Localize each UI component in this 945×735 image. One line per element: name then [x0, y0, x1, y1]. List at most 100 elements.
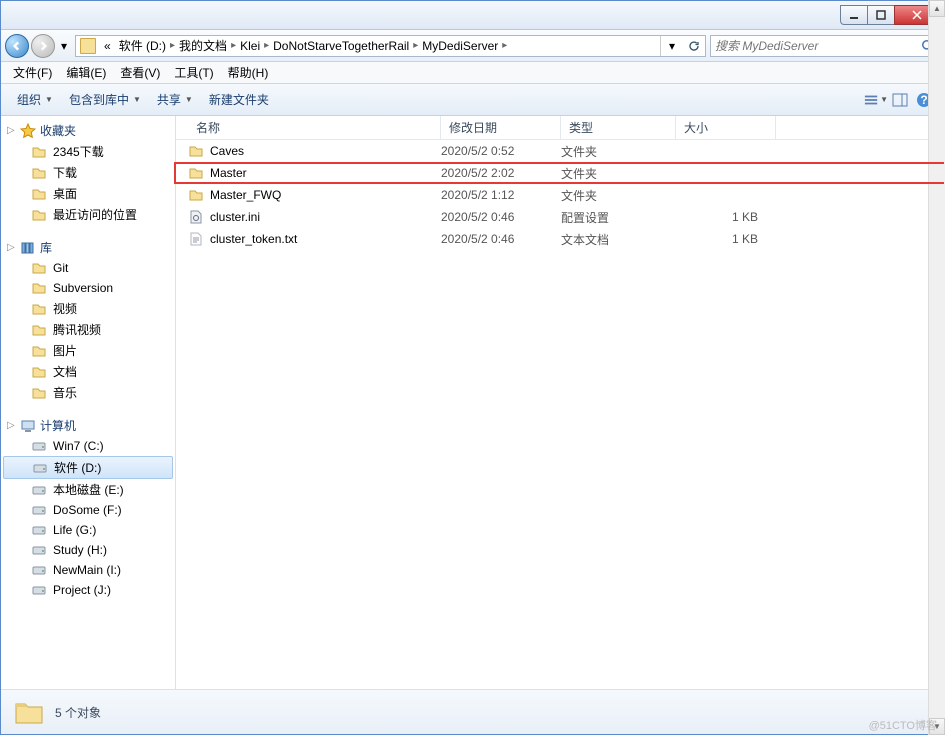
libraries-heading[interactable]: ▷ 库	[1, 237, 175, 258]
folder-icon	[31, 144, 47, 160]
refresh-button[interactable]	[683, 36, 705, 56]
breadcrumb-item[interactable]: Klei	[236, 36, 264, 56]
column-date[interactable]: 修改日期	[441, 116, 561, 139]
navigation-tree[interactable]: ▷ 收藏夹 2345下载下载桌面最近访问的位置 ▷ 库 GitSubversio…	[1, 116, 176, 689]
drive-icon	[31, 562, 47, 578]
watermark: @51CTO博客	[869, 717, 937, 733]
tree-item[interactable]: Subversion	[1, 278, 175, 298]
include-library-button[interactable]: 包含到库中 ▼	[61, 87, 149, 112]
menu-bar: 文件(F)编辑(E)查看(V)工具(T)帮助(H)	[1, 62, 944, 84]
tree-item[interactable]: 视频	[1, 298, 175, 319]
svg-text:?: ?	[920, 93, 927, 107]
txt-icon	[188, 231, 204, 247]
status-bar: 5 个对象 @51CTO博客	[1, 689, 944, 734]
collapse-icon: ▷	[7, 242, 16, 253]
library-icon	[20, 240, 36, 256]
computer-heading[interactable]: ▷ 计算机	[1, 415, 175, 436]
maximize-button[interactable]	[867, 5, 895, 25]
menu-item[interactable]: 查看(V)	[114, 62, 166, 83]
chevron-right-icon: ▸	[502, 40, 507, 51]
drive-icon	[31, 542, 47, 558]
folder-icon	[31, 207, 47, 223]
breadcrumb-item[interactable]: 软件 (D:)	[115, 36, 170, 56]
folder-icon	[31, 165, 47, 181]
tree-item[interactable]: NewMain (I:)	[1, 560, 175, 580]
drive-icon	[31, 482, 47, 498]
search-input[interactable]	[715, 39, 921, 53]
file-row[interactable]: Master_FWQ2020/5/2 1:12文件夹	[176, 184, 944, 206]
file-list: 名称 修改日期 类型 大小 Caves2020/5/2 0:52文件夹Maste…	[176, 116, 944, 689]
share-button[interactable]: 共享 ▼	[149, 87, 201, 112]
column-size[interactable]: 大小	[676, 116, 776, 139]
search-box[interactable]	[710, 35, 940, 57]
nav-bar: ▾ «软件 (D:)▸我的文档▸Klei▸DoNotStarveTogether…	[1, 30, 944, 62]
breadcrumb-item[interactable]: 我的文档	[175, 36, 231, 56]
file-row[interactable]: Caves2020/5/2 0:52文件夹	[176, 140, 944, 162]
menu-item[interactable]: 编辑(E)	[60, 62, 112, 83]
breadcrumb-prefix[interactable]: «	[100, 36, 115, 56]
folder-icon	[31, 322, 47, 338]
explorer-window: ▾ «软件 (D:)▸我的文档▸Klei▸DoNotStarveTogether…	[0, 0, 945, 735]
forward-button[interactable]	[31, 34, 55, 58]
folder-icon	[31, 364, 47, 380]
preview-pane-button[interactable]	[888, 89, 912, 111]
view-options-button[interactable]: ▼	[864, 89, 888, 111]
file-row[interactable]: cluster_token.txt2020/5/2 0:46文本文档1 KB	[176, 228, 944, 250]
minimize-button[interactable]	[840, 5, 868, 25]
folder-icon	[188, 165, 204, 181]
folder-icon	[31, 260, 47, 276]
organize-button[interactable]: 组织 ▼	[9, 87, 61, 112]
menu-item[interactable]: 工具(T)	[168, 62, 219, 83]
folder-icon	[31, 343, 47, 359]
computer-icon	[20, 418, 36, 434]
history-dropdown[interactable]: ▾	[57, 39, 71, 53]
tree-item[interactable]: 腾讯视频	[1, 319, 175, 340]
file-row[interactable]: cluster.ini2020/5/2 0:46配置设置1 KB	[176, 206, 944, 228]
folder-icon	[80, 38, 96, 54]
address-dropdown[interactable]: ▾	[661, 36, 683, 56]
favorites-heading[interactable]: ▷ 收藏夹	[1, 120, 175, 141]
tree-item[interactable]: 最近访问的位置	[1, 204, 175, 225]
column-name[interactable]: 名称	[176, 116, 441, 139]
toolbar: 组织 ▼ 包含到库中 ▼ 共享 ▼ 新建文件夹 ▼ ?	[1, 84, 944, 116]
star-icon	[20, 123, 36, 139]
title-bar[interactable]	[1, 1, 944, 30]
tree-item[interactable]: 文档	[1, 361, 175, 382]
folder-icon	[13, 696, 45, 728]
tree-item[interactable]: Git	[1, 258, 175, 278]
tree-item[interactable]: 软件 (D:)	[3, 456, 173, 479]
new-folder-button[interactable]: 新建文件夹	[201, 87, 277, 112]
ini-icon	[188, 209, 204, 225]
address-bar[interactable]: «软件 (D:)▸我的文档▸Klei▸DoNotStarveTogetherRa…	[75, 35, 706, 57]
file-row[interactable]: Master2020/5/2 2:02文件夹	[174, 162, 944, 184]
tree-item[interactable]: Life (G:)	[1, 520, 175, 540]
drive-icon	[31, 438, 47, 454]
tree-item[interactable]: DoSome (F:)	[1, 500, 175, 520]
column-type[interactable]: 类型	[561, 116, 676, 139]
tree-item[interactable]: 桌面	[1, 183, 175, 204]
column-headers: 名称 修改日期 类型 大小	[176, 116, 944, 140]
breadcrumb-item[interactable]: MyDediServer	[418, 36, 502, 56]
drive-icon	[31, 502, 47, 518]
back-button[interactable]	[5, 34, 29, 58]
folder-icon	[31, 186, 47, 202]
folder-icon	[31, 385, 47, 401]
menu-item[interactable]: 帮助(H)	[222, 62, 275, 83]
drive-icon	[31, 522, 47, 538]
tree-item[interactable]: 图片	[1, 340, 175, 361]
folder-icon	[31, 301, 47, 317]
folder-icon	[31, 280, 47, 296]
tree-item[interactable]: Project (J:)	[1, 580, 175, 600]
tree-item[interactable]: 2345下载	[1, 141, 175, 162]
tree-item[interactable]: 下载	[1, 162, 175, 183]
folder-icon	[188, 187, 204, 203]
menu-item[interactable]: 文件(F)	[7, 62, 58, 83]
tree-item[interactable]: 音乐	[1, 382, 175, 403]
drive-icon	[31, 582, 47, 598]
tree-item[interactable]: Win7 (C:)	[1, 436, 175, 456]
tree-item[interactable]: 本地磁盘 (E:)	[1, 479, 175, 500]
tree-item[interactable]: Study (H:)	[1, 540, 175, 560]
collapse-icon: ▷	[7, 420, 16, 431]
breadcrumb-item[interactable]: DoNotStarveTogetherRail	[269, 36, 413, 56]
drive-icon	[32, 460, 48, 476]
